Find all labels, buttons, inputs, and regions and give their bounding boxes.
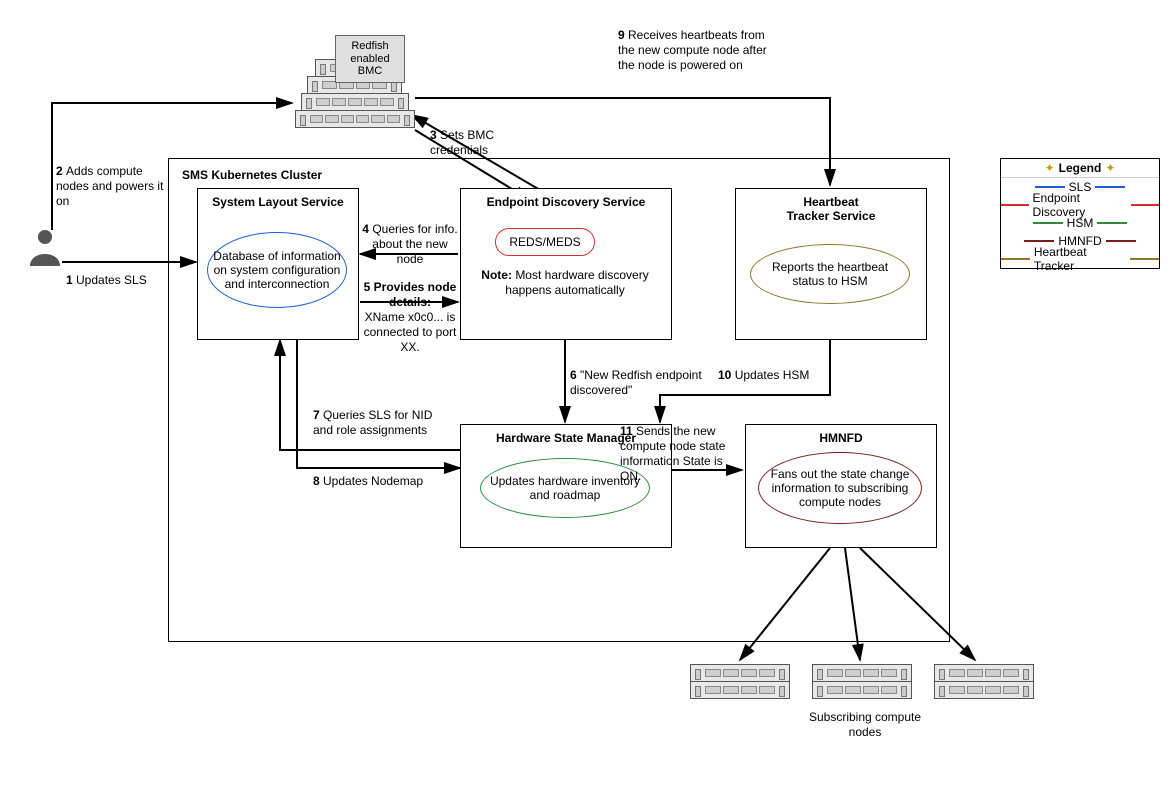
eds-note-text: Most hardware discovery happens automati… — [505, 268, 648, 297]
legend-row: HSM — [1001, 214, 1159, 232]
subscribing-label: Subscribing compute nodes — [800, 710, 930, 740]
hts-title: HeartbeatTracker Service — [736, 189, 926, 229]
step-2: 2 Adds compute nodes and powers it on — [56, 164, 176, 209]
legend-title: Legend — [1059, 161, 1102, 175]
sls-title: System Layout Service — [198, 189, 358, 215]
step-4: 4 Queries for info. about the new node — [362, 222, 458, 267]
sub-node-1 — [690, 665, 790, 699]
user-icon — [28, 228, 62, 268]
hmnfd-title: HMNFD — [746, 425, 936, 451]
cluster-title: SMS Kubernetes Cluster — [182, 168, 322, 183]
sls-desc: Database of information on system config… — [212, 249, 342, 291]
step-11: 11 Sends the new compute node state info… — [620, 424, 740, 484]
step-8: 8 Updates Nodemap — [313, 474, 453, 489]
step-3: 3 Sets BMC credentials — [430, 128, 530, 158]
step-9: 9 Receives heartbeats from the new compu… — [618, 28, 778, 73]
hmnfd-desc: Fans out the state change information to… — [763, 467, 917, 509]
step-6: 6 "New Redfish endpoint discovered" — [570, 368, 710, 398]
eds-note-label: Note: — [481, 268, 512, 282]
step-1: 1 Updates SLS — [66, 273, 147, 288]
legend: ✦ Legend ✦ SLSEndpoint DiscoveryHSMHMNFD… — [1000, 158, 1160, 269]
hmnfd-ellipse: Fans out the state change information to… — [758, 452, 922, 524]
eds-title: Endpoint Discovery Service — [461, 189, 671, 215]
legend-row: Heartbeat Tracker — [1001, 250, 1159, 268]
eds-pill-text: REDS/MEDS — [509, 235, 580, 249]
eds-box: Endpoint Discovery Service — [460, 188, 672, 340]
eds-note: Note: Most hardware discovery happens au… — [470, 268, 660, 298]
hts-desc: Reports the heartbeat status to HSM — [755, 260, 905, 288]
hts-ellipse: Reports the heartbeat status to HSM — [750, 244, 910, 304]
step-10: 10 Updates HSM — [718, 368, 809, 383]
bmc-badge: RedfishenabledBMC — [335, 35, 405, 83]
sub-node-2 — [812, 665, 912, 699]
step-7: 7 Queries SLS for NID and role assignmen… — [313, 408, 443, 438]
step-5: 5 Provides node details: XName x0c0... i… — [362, 280, 458, 355]
eds-pill: REDS/MEDS — [495, 228, 595, 256]
sub-node-3 — [934, 665, 1034, 699]
sls-ellipse: Database of information on system config… — [207, 232, 347, 308]
legend-row: Endpoint Discovery — [1001, 196, 1159, 214]
